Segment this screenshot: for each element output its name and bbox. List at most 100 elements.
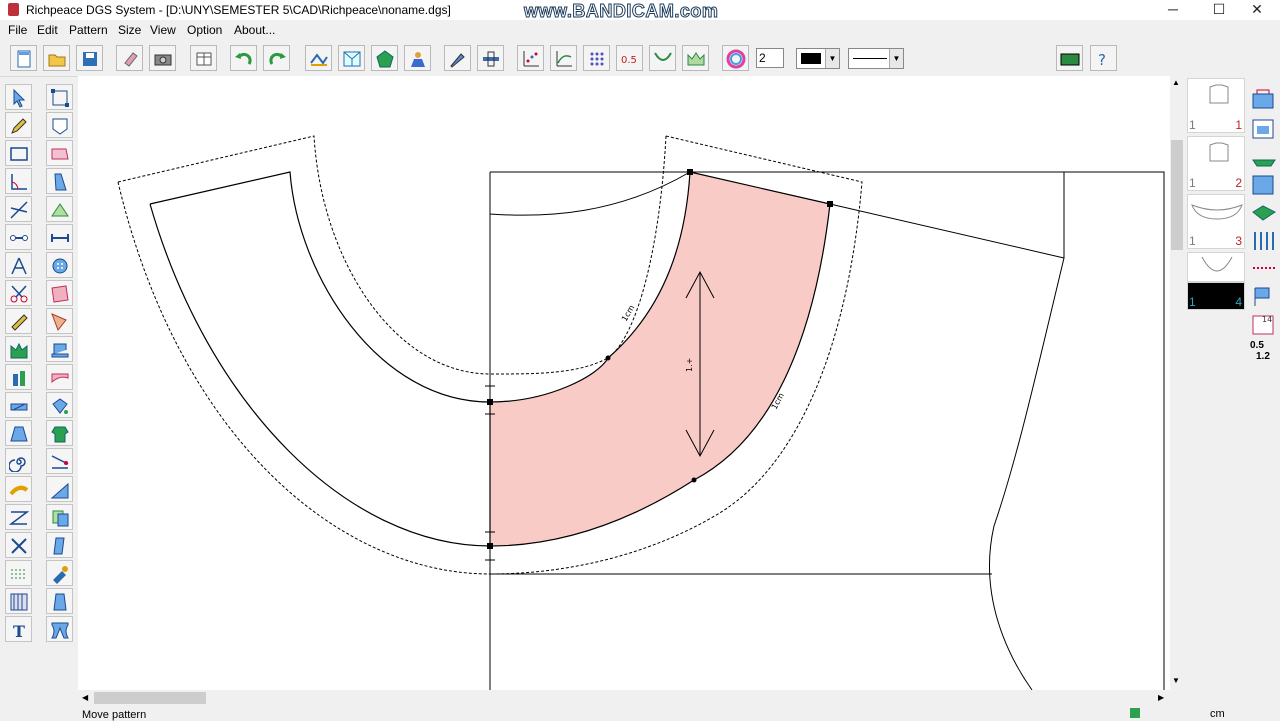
new-file-button[interactable] (10, 45, 37, 71)
seam-button[interactable] (649, 45, 676, 71)
step-button[interactable]: 0.5 (616, 45, 643, 71)
menu-file[interactable]: File (8, 23, 27, 37)
body-tool[interactable] (46, 588, 73, 614)
menu-option[interactable]: Option (187, 23, 222, 37)
save-button[interactable] (76, 45, 103, 71)
shirt-tool[interactable] (46, 420, 73, 446)
horizontal-scroll-thumb[interactable] (94, 692, 206, 704)
cut-tool[interactable] (5, 532, 32, 558)
frame-number-icon[interactable]: 14 (1251, 312, 1277, 338)
skirt-tool[interactable] (5, 420, 32, 446)
scroll-right-icon[interactable]: ▶ (1158, 693, 1164, 702)
scissors-tool[interactable] (5, 280, 32, 306)
slash-tool[interactable] (5, 392, 32, 418)
piece-view-icon[interactable] (1251, 172, 1277, 198)
redo-button[interactable] (263, 45, 290, 71)
vertical-scrollbar[interactable]: ▲ ▼ (1170, 76, 1184, 690)
fold-tool[interactable] (46, 196, 73, 222)
cut-piece-tool[interactable] (46, 140, 73, 166)
vertical-scroll-thumb[interactable] (1171, 140, 1183, 250)
ruler-tool[interactable] (5, 308, 32, 334)
piece-thumbnail[interactable]: 1 2 (1187, 136, 1245, 191)
layer-icon[interactable] (1251, 200, 1277, 226)
scroll-up-icon[interactable]: ▲ (1172, 78, 1180, 87)
curve-point[interactable] (691, 477, 697, 483)
neckline-piece-left[interactable] (149, 171, 491, 547)
pattern-drawing[interactable]: 1cm 1cm 1.+ (78, 76, 1170, 690)
dotted-line-icon[interactable] (1251, 256, 1277, 282)
close-button[interactable]: ✕ (1234, 0, 1280, 20)
piece-thumbnail[interactable]: 1 1 (1187, 78, 1245, 133)
piece-thumbnail[interactable] (1187, 252, 1245, 282)
sewing-machine-tool[interactable] (46, 336, 73, 362)
button-tool[interactable] (46, 252, 73, 278)
ruler-grid-tool[interactable] (5, 588, 32, 614)
grid-view-button[interactable] (338, 45, 365, 71)
grid-piece-tool[interactable] (46, 280, 73, 306)
bottle-tool[interactable] (5, 364, 32, 390)
control-point[interactable] (827, 201, 833, 207)
menu-about[interactable]: About... (234, 23, 275, 37)
brush-button[interactable] (444, 45, 471, 71)
compass-tool[interactable] (5, 252, 32, 278)
camera-button[interactable] (149, 45, 176, 71)
sleeve-tool[interactable] (46, 168, 73, 194)
person-button[interactable] (404, 45, 431, 71)
curve-piece-tool[interactable] (46, 364, 73, 390)
paint-tool[interactable] (46, 560, 73, 586)
pencil-tool[interactable] (5, 112, 32, 138)
highlighted-facing-piece[interactable] (489, 171, 831, 547)
open-file-button[interactable] (43, 45, 70, 71)
length-tool[interactable] (46, 224, 73, 250)
piece-thumbnail-selected[interactable]: 1 4 (1187, 282, 1245, 310)
step-value-input[interactable]: 2 (756, 48, 784, 68)
help-button[interactable]: ? (1090, 45, 1117, 71)
pattern-pieces-icon[interactable] (1251, 116, 1277, 142)
copy-piece-tool[interactable] (46, 504, 73, 530)
curtain-tool[interactable] (46, 616, 73, 642)
link-tool[interactable] (5, 224, 32, 250)
control-point[interactable] (687, 169, 693, 175)
columns-icon[interactable] (1251, 228, 1277, 254)
pleat-tool[interactable] (5, 504, 32, 530)
flag-icon[interactable] (1251, 284, 1277, 310)
stitch-tool[interactable] (5, 560, 32, 586)
menu-size[interactable]: Size (118, 23, 141, 37)
intersect-tool[interactable] (5, 196, 32, 222)
minimize-button[interactable]: ─ (1150, 0, 1196, 20)
pocket-tool[interactable] (46, 112, 73, 138)
resize-tool[interactable] (46, 476, 73, 502)
scroll-left-icon[interactable]: ◀ (82, 693, 88, 702)
points-button[interactable] (517, 45, 544, 71)
horizontal-scrollbar[interactable]: ◀ ▶ (78, 690, 1170, 706)
control-point[interactable] (487, 543, 493, 549)
rotate-piece-tool[interactable] (46, 308, 73, 334)
scroll-down-icon[interactable]: ▼ (1172, 676, 1180, 685)
text-tool[interactable]: T (5, 616, 32, 642)
spiral-tool[interactable] (5, 448, 32, 474)
eraser-button[interactable] (116, 45, 143, 71)
balance-tool[interactable] (46, 448, 73, 474)
measure-button[interactable] (477, 45, 504, 71)
curve-button[interactable] (550, 45, 577, 71)
grade-points-button[interactable] (305, 45, 332, 71)
undo-button[interactable] (230, 45, 257, 71)
dart-button[interactable] (682, 45, 709, 71)
menu-view[interactable]: View (150, 23, 176, 37)
select-pattern-tool[interactable] (46, 84, 73, 110)
table-button[interactable] (190, 45, 217, 71)
color-wheel-button[interactable] (722, 45, 749, 71)
drawing-canvas[interactable]: 1cm 1cm 1.+ (78, 76, 1170, 690)
bucket-tool[interactable] (46, 392, 73, 418)
film-button[interactable] (1056, 45, 1083, 71)
piece-shape-tool[interactable] (46, 532, 73, 558)
chevron-down-icon[interactable]: ▼ (889, 49, 903, 68)
select-tool[interactable] (5, 84, 32, 110)
shape-button[interactable] (371, 45, 398, 71)
chevron-down-icon[interactable]: ▼ (825, 49, 839, 68)
curve-point[interactable] (605, 355, 611, 361)
line-style-select[interactable]: ▼ (848, 48, 904, 69)
menu-pattern[interactable]: Pattern (69, 23, 108, 37)
rectangle-tool[interactable] (5, 140, 32, 166)
notch-tool[interactable] (5, 336, 32, 362)
